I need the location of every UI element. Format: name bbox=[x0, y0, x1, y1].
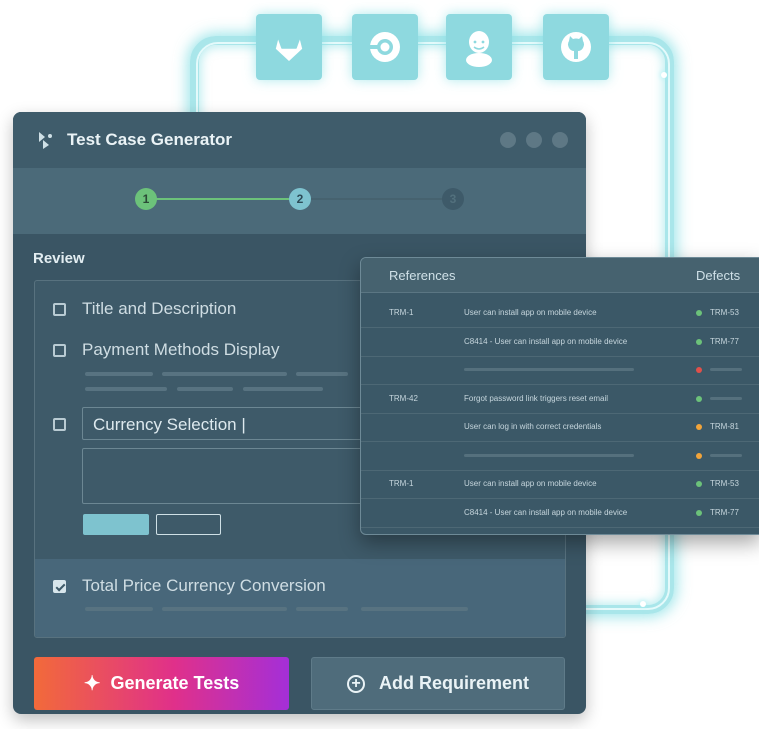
add-requirement-label: Add Requirement bbox=[378, 673, 529, 693]
step-connector-complete bbox=[155, 198, 297, 200]
jenkins-icon bbox=[466, 31, 492, 67]
window-control-dot[interactable] bbox=[526, 132, 542, 148]
sparkle-icon: ✦ bbox=[83, 673, 101, 695]
requirement-checkbox[interactable] bbox=[53, 343, 66, 357]
reference-description[interactable]: User can install app on mobile device bbox=[464, 479, 597, 488]
reference-row[interactable]: TRM-42 Forgot password link triggers rese… bbox=[361, 385, 759, 414]
text-placeholder-line bbox=[177, 387, 233, 391]
selected-requirement-row[interactable]: Total Price Currency Conversion bbox=[35, 559, 565, 637]
window-title: Test Case Generator bbox=[67, 130, 233, 149]
step-2[interactable]: 2 bbox=[289, 188, 311, 210]
loop-node bbox=[661, 72, 667, 78]
cancel-requirement-button[interactable] bbox=[156, 514, 221, 535]
requirement-id[interactable]: TRM-1 bbox=[389, 479, 413, 488]
requirement-description-textarea[interactable] bbox=[82, 448, 372, 504]
reference-row[interactable]: C8414 - User can install app on mobile d… bbox=[361, 499, 759, 528]
requirement-label: Title and Description bbox=[82, 299, 237, 318]
generate-tests-label: Generate Tests bbox=[110, 673, 240, 693]
gitlab-tile[interactable] bbox=[256, 14, 322, 80]
defect-placeholder-line bbox=[710, 453, 742, 457]
requirement-label: Payment Methods Display bbox=[82, 340, 280, 359]
reference-description[interactable]: Forgot password link triggers reset emai… bbox=[464, 394, 608, 403]
window-control-dot[interactable] bbox=[552, 132, 568, 148]
requirement-id[interactable]: TRM-42 bbox=[389, 394, 418, 403]
save-requirement-button[interactable] bbox=[83, 514, 149, 535]
reference-description[interactable]: User can install app on mobile device bbox=[464, 308, 597, 317]
text-placeholder-line bbox=[85, 372, 153, 376]
step-1[interactable]: 1 bbox=[135, 188, 157, 210]
app-logo-icon bbox=[39, 132, 52, 149]
progress-stepper: 1 2 3 bbox=[13, 168, 586, 234]
reference-row[interactable]: User can log in with correct credentials… bbox=[361, 413, 759, 442]
status-dot bbox=[696, 367, 702, 373]
defect-id[interactable]: TRM-77 bbox=[710, 337, 739, 346]
references-panel: References Defects TRM-1 User can install… bbox=[360, 257, 759, 535]
reference-description[interactable]: User can log in with correct credentials bbox=[464, 422, 601, 431]
step-connector-pending bbox=[309, 198, 451, 200]
plus-circle-icon: + bbox=[346, 674, 365, 693]
requirement-label: Total Price Currency Conversion bbox=[82, 576, 326, 595]
defect-id[interactable]: TRM-77 bbox=[710, 508, 739, 517]
step-3[interactable]: 3 bbox=[442, 188, 464, 210]
references-column-header: References bbox=[389, 268, 456, 283]
loop-node bbox=[640, 601, 646, 607]
reference-row[interactable]: C8414 - User can install app on mobile d… bbox=[361, 328, 759, 357]
status-dot bbox=[696, 395, 702, 402]
status-dot bbox=[696, 310, 702, 316]
generate-tests-button[interactable]: ✦ Generate Tests bbox=[34, 657, 289, 710]
github-icon bbox=[561, 32, 591, 62]
text-placeholder-line bbox=[162, 372, 287, 376]
text-placeholder-line bbox=[296, 372, 348, 376]
circleci-icon bbox=[370, 32, 400, 62]
reference-description[interactable]: C8414 - User can install app on mobile d… bbox=[464, 508, 627, 517]
requirement-row[interactable] bbox=[53, 418, 82, 431]
jenkins-tile[interactable] bbox=[446, 14, 512, 80]
status-dot bbox=[696, 452, 702, 459]
reference-row[interactable]: TRM-1 User can install app on mobile devi… bbox=[361, 470, 759, 499]
references-header: References Defects bbox=[361, 258, 759, 293]
window-control-dot[interactable] bbox=[500, 132, 516, 148]
defect-placeholder-line bbox=[710, 368, 742, 371]
defect-placeholder-line bbox=[710, 396, 742, 400]
text-placeholder-line bbox=[162, 607, 287, 611]
reference-row[interactable]: TRM-1 User can install app on mobile devi… bbox=[361, 299, 759, 328]
requirement-row[interactable]: Title and Description bbox=[53, 299, 236, 319]
add-requirement-button[interactable]: + Add Requirement bbox=[311, 657, 565, 710]
window-controls bbox=[500, 132, 568, 148]
reference-row[interactable] bbox=[361, 442, 759, 471]
gitlab-icon bbox=[274, 36, 304, 63]
requirement-checkbox[interactable] bbox=[53, 418, 66, 431]
github-tile[interactable] bbox=[543, 14, 609, 80]
circleci-tile[interactable] bbox=[352, 14, 418, 80]
defect-id[interactable]: TRM-53 bbox=[710, 479, 739, 488]
defects-column-header: Defects bbox=[696, 268, 741, 283]
reference-description[interactable]: C8414 - User can install app on mobile d… bbox=[464, 337, 627, 346]
defect-id[interactable]: TRM-81 bbox=[710, 422, 739, 431]
requirement-checkbox[interactable] bbox=[53, 302, 66, 316]
text-placeholder-line bbox=[85, 607, 153, 611]
status-dot bbox=[696, 338, 702, 345]
status-dot bbox=[696, 424, 702, 430]
text-placeholder-line bbox=[243, 387, 323, 391]
requirement-row[interactable]: Payment Methods Display bbox=[53, 340, 279, 360]
requirement-checkbox-checked[interactable] bbox=[53, 579, 66, 593]
reference-row[interactable] bbox=[361, 356, 759, 385]
text-placeholder-line bbox=[296, 607, 348, 611]
text-placeholder-line bbox=[85, 387, 167, 391]
window-titlebar: Test Case Generator bbox=[13, 112, 586, 168]
status-dot bbox=[696, 481, 702, 487]
requirement-id[interactable]: TRM-1 bbox=[389, 308, 413, 317]
review-heading: Review bbox=[33, 250, 85, 267]
defect-id[interactable]: TRM-53 bbox=[710, 308, 739, 317]
reference-placeholder-line bbox=[464, 453, 634, 457]
reference-placeholder-line bbox=[464, 368, 634, 371]
requirement-title-input[interactable]: Currency Selection | bbox=[82, 407, 372, 440]
status-dot bbox=[696, 509, 702, 516]
requirement-row[interactable]: Total Price Currency Conversion bbox=[53, 576, 326, 596]
text-placeholder-line bbox=[361, 607, 468, 611]
